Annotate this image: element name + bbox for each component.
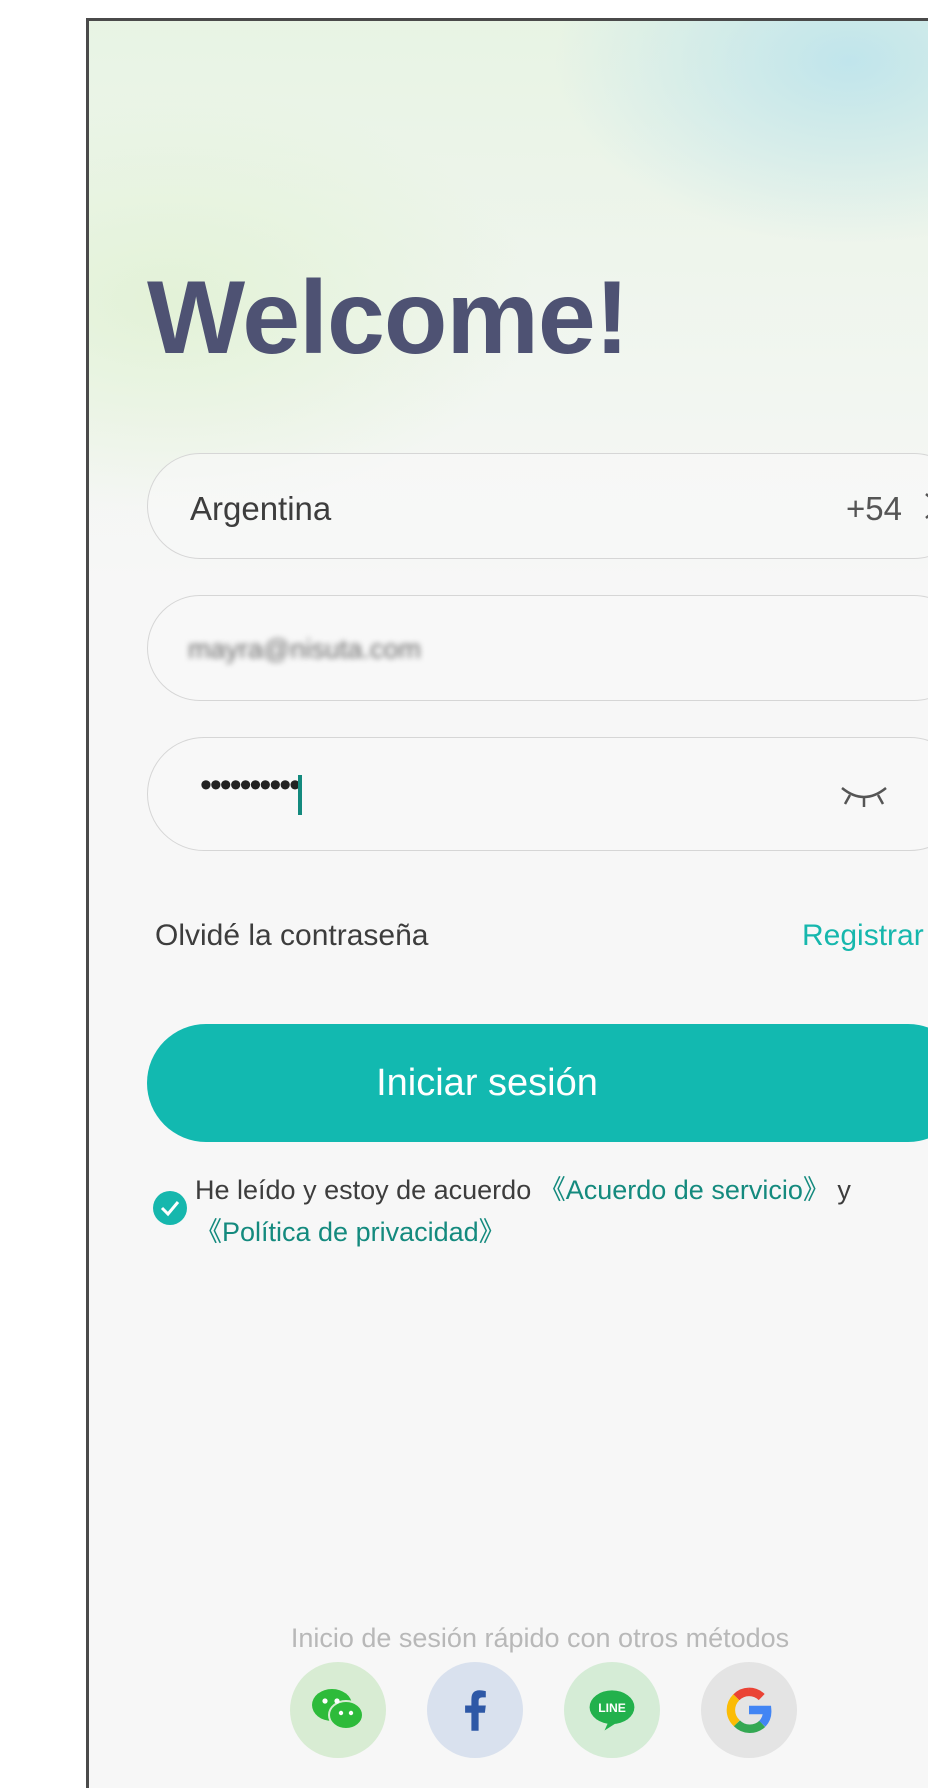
wechat-login-button[interactable]: [290, 1662, 386, 1758]
email-value: mayra@nisuta.com: [188, 634, 421, 664]
login-button[interactable]: Iniciar sesión: [147, 1024, 928, 1142]
register-link[interactable]: Registrar: [802, 919, 924, 953]
agreement-conj: y: [829, 1175, 851, 1205]
password-value: ••••••••••: [200, 766, 301, 804]
svg-text:LINE: LINE: [598, 1701, 626, 1715]
page-title: Welcome!: [147, 260, 629, 376]
quick-login-label: Inicio de sesión rápido con otros método…: [290, 1623, 790, 1653]
country-code: +54: [846, 490, 902, 527]
line-icon: LINE: [589, 1690, 635, 1731]
country-name: Argentina: [190, 490, 332, 527]
line-login-button[interactable]: LINE: [564, 1662, 660, 1758]
agreement-prefix: He leído y estoy de acuerdo: [195, 1175, 539, 1205]
eye-closed-icon[interactable]: [838, 780, 890, 810]
wechat-icon: [312, 1689, 364, 1730]
text-cursor: [298, 775, 302, 815]
country-selector[interactable]: Argentina +54: [147, 453, 928, 559]
facebook-login-button[interactable]: [427, 1662, 523, 1758]
forgot-password-link[interactable]: Olvidé la contraseña: [155, 919, 429, 953]
agreement-text: He leído y estoy de acuerdo 《Acuerdo de …: [195, 1168, 851, 1207]
google-login-button[interactable]: [701, 1662, 797, 1758]
chevron-right-icon: [925, 493, 928, 519]
check-icon: [160, 1201, 180, 1217]
app-screen: Welcome! Argentina +54 mayra@nisuta.com …: [86, 18, 928, 1788]
google-icon: [726, 1687, 772, 1733]
facebook-icon: [465, 1690, 486, 1731]
agreement-checkbox[interactable]: [153, 1191, 187, 1225]
agreement-text-line2: 《Política de privacidad》: [195, 1210, 506, 1249]
privacy-policy-link[interactable]: 《Política de privacidad》: [195, 1217, 506, 1247]
login-button-label: Iniciar sesión: [376, 1061, 598, 1104]
email-field[interactable]: mayra@nisuta.com: [147, 595, 928, 701]
password-field[interactable]: ••••••••••: [147, 737, 928, 851]
service-agreement-link[interactable]: 《Acuerdo de servicio》: [539, 1175, 830, 1205]
